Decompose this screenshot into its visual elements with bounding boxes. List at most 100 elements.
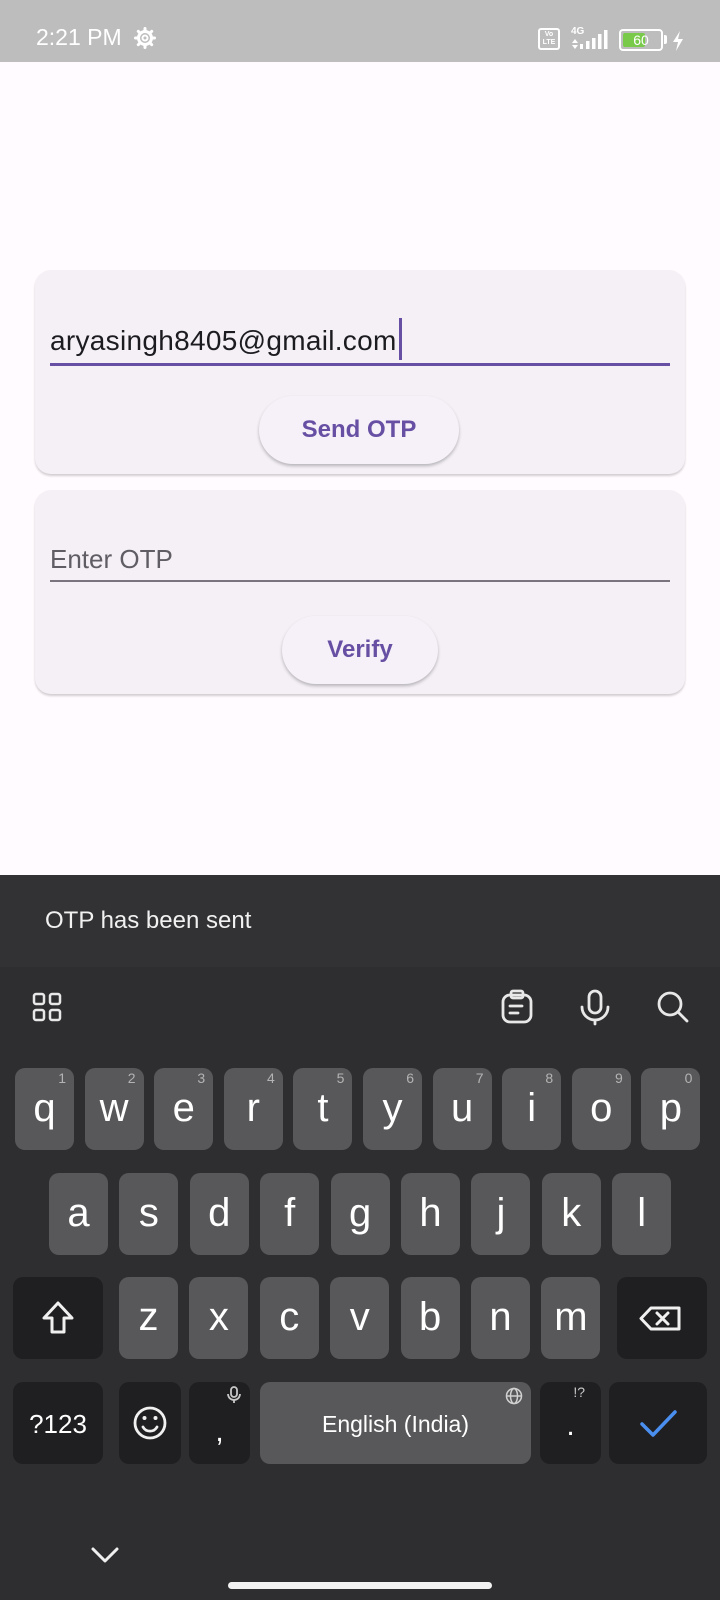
emoji-icon — [133, 1406, 167, 1440]
key-letter-k: k — [561, 1191, 582, 1235]
apps-grid-icon[interactable] — [32, 992, 62, 1022]
shift-arrow-icon — [42, 1301, 74, 1334]
key-letter-v: v — [349, 1295, 370, 1339]
collapse-keyboard-chevron-icon[interactable] — [90, 1545, 120, 1565]
comma-key-label: , — [215, 1415, 224, 1448]
key-letter-i: i — [527, 1086, 537, 1130]
key-letter-c: c — [279, 1295, 300, 1339]
comma-key[interactable]: , — [189, 1382, 250, 1464]
checkmark-icon — [640, 1410, 677, 1437]
voice-hint-mic-icon — [227, 1386, 241, 1403]
key-p[interactable]: 0p — [641, 1068, 701, 1150]
shift-key[interactable] — [13, 1277, 103, 1359]
key-l[interactable]: l — [612, 1173, 672, 1255]
key-letter-m: m — [554, 1295, 588, 1339]
clipboard-icon[interactable] — [500, 989, 534, 1025]
verify-button[interactable]: Verify — [282, 616, 438, 684]
key-u[interactable]: 7u — [432, 1068, 492, 1150]
key-a[interactable]: a — [49, 1173, 108, 1255]
key-hint-3: 3 — [197, 1070, 206, 1086]
period-key[interactable]: !?. — [540, 1382, 601, 1464]
key-hint-9: 9 — [615, 1070, 623, 1086]
done-key[interactable] — [609, 1382, 707, 1464]
key-j[interactable]: j — [471, 1173, 531, 1255]
key-letter-t: t — [317, 1086, 329, 1130]
email-field[interactable]: aryasingh8405@gmail.com — [50, 308, 670, 366]
otp-card: Enter OTP Verify — [35, 490, 685, 694]
key-m[interactable]: m — [541, 1277, 601, 1359]
key-d[interactable]: d — [189, 1173, 249, 1255]
key-hint-5: 5 — [336, 1070, 345, 1086]
key-letter-e: e — [172, 1086, 195, 1130]
key-hint-8: 8 — [545, 1070, 554, 1086]
language-globe-icon — [505, 1387, 523, 1405]
volte-icon: Vo LTE — [538, 28, 560, 50]
key-t[interactable]: 5t — [293, 1068, 353, 1150]
key-letter-s: s — [138, 1191, 159, 1235]
emoji-key[interactable] — [119, 1382, 181, 1464]
microphone-icon[interactable] — [578, 988, 612, 1026]
key-letter-g: g — [348, 1191, 372, 1235]
email-input-text[interactable]: aryasingh8405@gmail.com — [50, 318, 402, 360]
key-hint-4: 4 — [267, 1070, 275, 1086]
key-letter-y: y — [382, 1086, 403, 1130]
key-letter-b: b — [418, 1295, 442, 1339]
key-letter-q: q — [33, 1086, 56, 1130]
key-s[interactable]: s — [119, 1173, 179, 1255]
snackbar: OTP has been sent — [0, 875, 720, 967]
period-key-label: . — [566, 1409, 575, 1442]
signal-strength-icon — [572, 30, 608, 49]
key-letter-z: z — [138, 1295, 159, 1339]
space-key[interactable]: English (India) — [260, 1382, 531, 1464]
key-hint-0: 0 — [684, 1070, 693, 1086]
otp-field[interactable]: Enter OTP — [50, 522, 670, 582]
status-time: 2:21 PM — [36, 24, 122, 50]
key-letter-x: x — [208, 1295, 229, 1339]
key-b[interactable]: b — [400, 1277, 460, 1359]
key-letter-n: n — [489, 1295, 512, 1339]
space-key-label: English (India) — [321, 1411, 470, 1437]
battery-tip — [664, 35, 667, 44]
key-x[interactable]: x — [189, 1277, 249, 1359]
key-letter-a: a — [67, 1191, 90, 1235]
search-icon[interactable] — [656, 990, 690, 1024]
email-card: aryasingh8405@gmail.com Send OTP — [35, 270, 685, 474]
key-letter-p: p — [659, 1086, 683, 1130]
key-f[interactable]: f — [260, 1173, 320, 1255]
battery-level-text: 60 — [633, 32, 649, 48]
key-letter-u: u — [450, 1086, 474, 1130]
key-hint-2: 2 — [127, 1070, 136, 1086]
key-y[interactable]: 6y — [363, 1068, 422, 1150]
key-g[interactable]: g — [330, 1173, 390, 1255]
period-key-hint: !? — [573, 1384, 585, 1400]
key-o[interactable]: 9o — [571, 1068, 631, 1150]
key-letter-h: h — [419, 1191, 442, 1235]
navigation-gesture-handle[interactable] — [228, 1582, 492, 1589]
key-n[interactable]: n — [471, 1277, 530, 1359]
key-letter-r: r — [246, 1086, 260, 1130]
key-z[interactable]: z — [119, 1277, 178, 1359]
send-otp-button[interactable]: Send OTP — [259, 396, 459, 464]
key-hint-6: 6 — [406, 1070, 414, 1086]
key-c[interactable]: c — [259, 1277, 319, 1359]
settings-gear-icon — [134, 27, 156, 49]
key-letter-d: d — [208, 1191, 231, 1235]
key-i[interactable]: 8i — [502, 1068, 562, 1150]
key-k[interactable]: k — [541, 1173, 601, 1255]
key-e[interactable]: 3e — [154, 1068, 214, 1150]
key-q[interactable]: 1q — [15, 1068, 74, 1150]
key-letter-j: j — [496, 1191, 506, 1235]
symbols-key-label: ?123 — [29, 1409, 87, 1439]
backspace-key[interactable] — [617, 1277, 707, 1359]
key-letter-f: f — [284, 1191, 296, 1235]
key-letter-o: o — [590, 1086, 613, 1130]
symbols-key[interactable]: ?123 — [13, 1382, 103, 1464]
key-w[interactable]: 2w — [84, 1068, 144, 1150]
key-h[interactable]: h — [401, 1173, 460, 1255]
text-cursor — [398, 318, 402, 360]
snackbar-message: OTP has been sent — [45, 907, 252, 934]
key-r[interactable]: 4r — [223, 1068, 283, 1150]
key-hint-1: 1 — [58, 1070, 66, 1086]
key-letter-w: w — [99, 1086, 129, 1130]
key-v[interactable]: v — [330, 1277, 390, 1359]
